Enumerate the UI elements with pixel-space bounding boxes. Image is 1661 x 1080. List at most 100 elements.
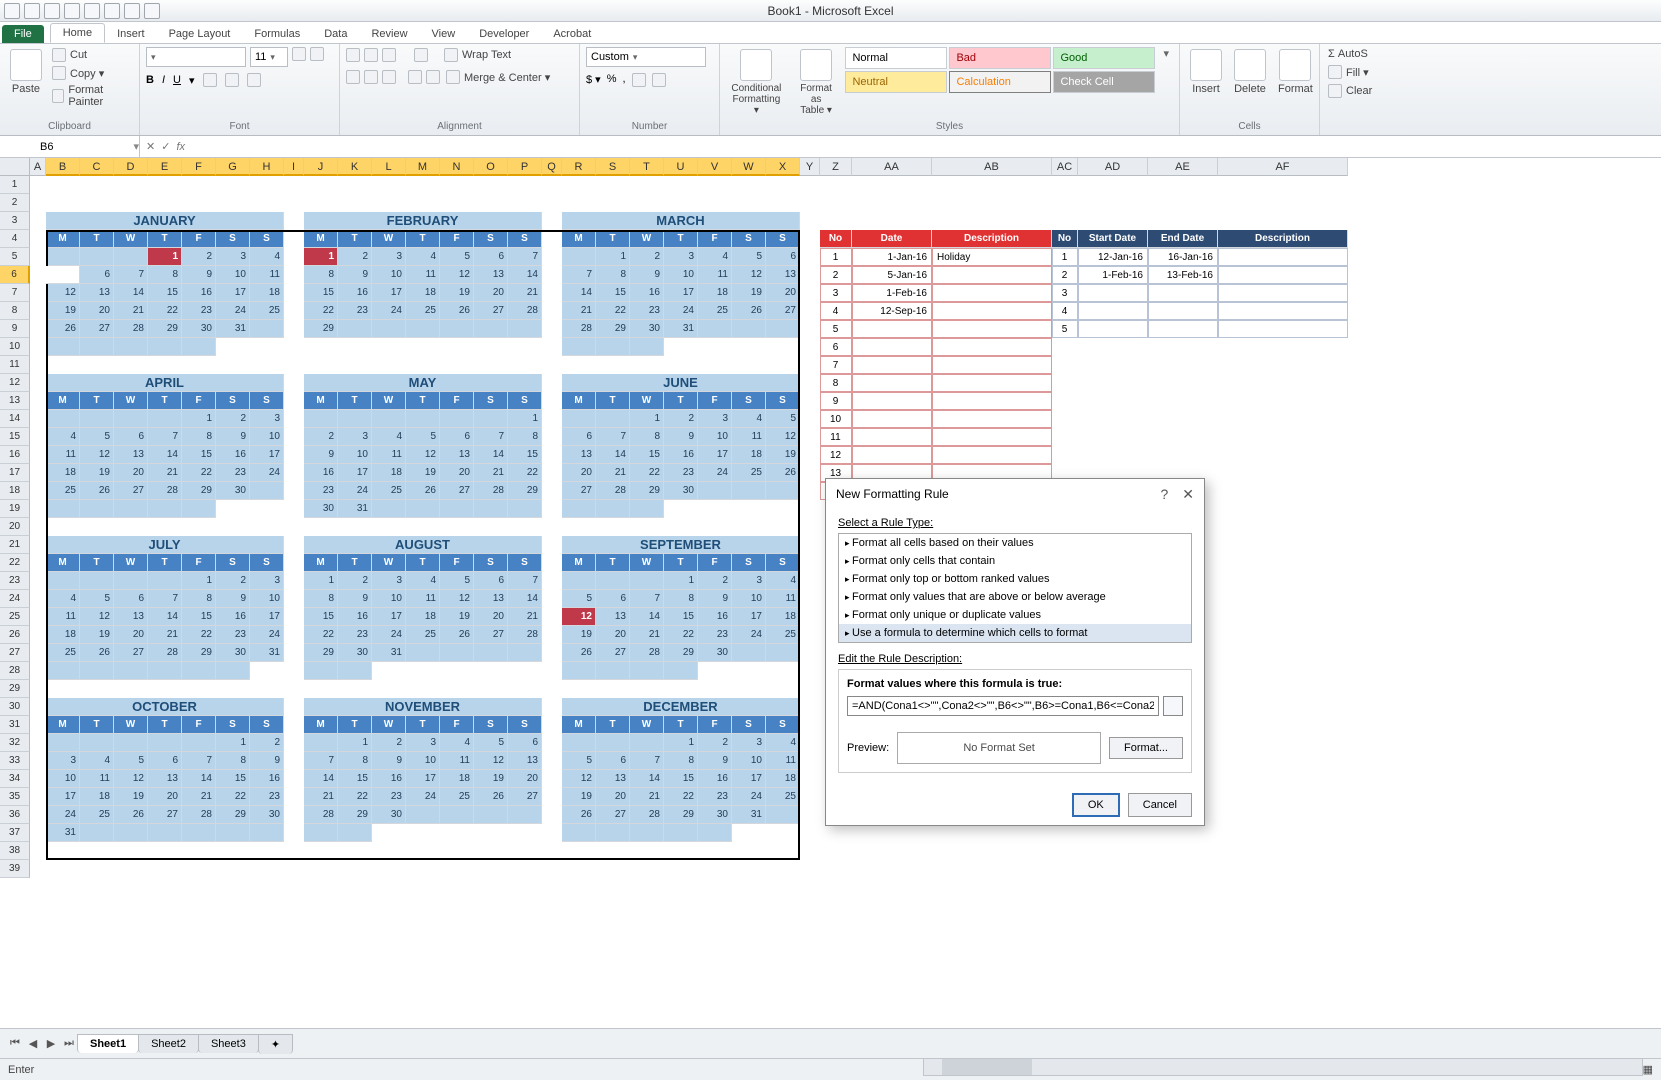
calendar-day[interactable]: 6 xyxy=(766,248,800,266)
calendar-empty[interactable] xyxy=(406,320,440,338)
calendar-day[interactable]: 16 xyxy=(304,464,338,482)
table1-header[interactable]: No xyxy=(820,230,852,248)
save-icon[interactable] xyxy=(24,3,40,19)
dow-header[interactable]: T xyxy=(338,554,372,572)
calendar-empty[interactable] xyxy=(46,734,80,752)
calendar-day[interactable]: 1 xyxy=(630,410,664,428)
calendar-day[interactable]: 26 xyxy=(766,464,800,482)
dow-header[interactable]: T xyxy=(596,716,630,734)
calendar-empty[interactable] xyxy=(80,248,114,266)
calendar-day[interactable]: 10 xyxy=(698,428,732,446)
calendar-day[interactable]: 26 xyxy=(562,644,596,662)
calendar-empty[interactable] xyxy=(182,824,216,842)
calendar-day[interactable]: 7 xyxy=(508,248,542,266)
dow-header[interactable]: M xyxy=(46,230,80,248)
calendar-day[interactable]: 16 xyxy=(698,770,732,788)
dow-header[interactable]: W xyxy=(630,716,664,734)
calendar-day[interactable]: 21 xyxy=(114,302,148,320)
calendar-day[interactable]: 1 xyxy=(304,248,338,266)
calendar-day[interactable]: 23 xyxy=(372,788,406,806)
calendar-day[interactable]: 26 xyxy=(562,806,596,824)
row-header[interactable]: 38 xyxy=(0,842,30,860)
calendar-day[interactable]: 23 xyxy=(630,302,664,320)
calendar-day[interactable]: 17 xyxy=(250,446,284,464)
table2-cell[interactable]: 12-Jan-16 xyxy=(1078,248,1148,266)
table1-cell[interactable] xyxy=(852,446,932,464)
calendar-day[interactable]: 28 xyxy=(596,482,630,500)
dow-header[interactable]: M xyxy=(562,716,596,734)
row-header[interactable]: 1 xyxy=(0,176,30,194)
calendar-day[interactable]: 8 xyxy=(182,428,216,446)
month-title[interactable]: JUNE xyxy=(562,374,800,392)
calendar-day[interactable]: 27 xyxy=(148,806,182,824)
calendar-day[interactable]: 19 xyxy=(80,626,114,644)
calendar-day[interactable]: 24 xyxy=(406,788,440,806)
dow-header[interactable]: F xyxy=(698,554,732,572)
table2-cell[interactable] xyxy=(1218,284,1348,302)
calendar-day[interactable]: 8 xyxy=(304,590,338,608)
calendar-day[interactable]: 5 xyxy=(732,248,766,266)
calendar-day[interactable]: 7 xyxy=(508,572,542,590)
calendar-day[interactable]: 24 xyxy=(46,806,80,824)
sheet-nav-first-icon[interactable]: ⏮ xyxy=(6,1035,24,1053)
dow-header[interactable]: W xyxy=(630,392,664,410)
table2-cell[interactable] xyxy=(1218,320,1348,338)
dow-header[interactable]: S xyxy=(508,554,542,572)
calendar-day[interactable]: 19 xyxy=(46,302,80,320)
format-button[interactable]: Format... xyxy=(1109,737,1183,759)
calendar-day[interactable]: 20 xyxy=(114,464,148,482)
row-header[interactable]: 39 xyxy=(0,860,30,878)
calendar-day[interactable]: 25 xyxy=(406,626,440,644)
calendar-day[interactable]: 20 xyxy=(474,608,508,626)
col-header[interactable]: N xyxy=(440,158,474,176)
calendar-day[interactable]: 10 xyxy=(250,590,284,608)
calendar-empty[interactable] xyxy=(766,806,800,824)
calendar-day[interactable]: 12 xyxy=(46,284,80,302)
calendar-day[interactable]: 16 xyxy=(698,608,732,626)
align-middle-icon[interactable] xyxy=(364,48,378,62)
calendar-empty[interactable] xyxy=(474,500,508,518)
calendar-empty[interactable] xyxy=(440,806,474,824)
row-header[interactable]: 25 xyxy=(0,608,30,626)
dow-header[interactable]: T xyxy=(80,392,114,410)
style-bad[interactable]: Bad xyxy=(949,47,1051,69)
calendar-day[interactable]: 12 xyxy=(440,590,474,608)
dow-header[interactable]: M xyxy=(304,230,338,248)
calendar-day[interactable]: 7 xyxy=(596,428,630,446)
calendar-day[interactable]: 8 xyxy=(148,266,182,284)
calendar-day[interactable]: 1 xyxy=(664,572,698,590)
sheet-tab-3[interactable]: Sheet3 xyxy=(198,1034,259,1053)
calendar-day[interactable]: 19 xyxy=(406,464,440,482)
calendar-empty[interactable] xyxy=(250,824,284,842)
calendar-day[interactable]: 12 xyxy=(80,446,114,464)
calendar-day[interactable]: 24 xyxy=(372,302,406,320)
calendar-day[interactable]: 27 xyxy=(766,302,800,320)
dow-header[interactable]: F xyxy=(182,392,216,410)
calendar-day[interactable]: 20 xyxy=(148,788,182,806)
calendar-day[interactable]: 12 xyxy=(406,446,440,464)
calendar-day[interactable]: 1 xyxy=(182,572,216,590)
row-header[interactable]: 11 xyxy=(0,356,30,374)
dow-header[interactable]: T xyxy=(406,716,440,734)
calendar-empty[interactable] xyxy=(80,500,114,518)
delete-cells-button[interactable]: Delete xyxy=(1230,47,1270,97)
calendar-empty[interactable] xyxy=(148,662,182,680)
calendar-empty[interactable] xyxy=(562,338,596,356)
col-header[interactable]: AA xyxy=(852,158,932,176)
calendar-day[interactable]: 29 xyxy=(508,482,542,500)
table1-cell[interactable]: 12-Sep-16 xyxy=(852,302,932,320)
calendar-day[interactable]: 18 xyxy=(406,608,440,626)
undo-icon[interactable] xyxy=(44,3,60,19)
dow-header[interactable]: T xyxy=(338,230,372,248)
row-header[interactable]: 5 xyxy=(0,248,30,266)
dow-header[interactable]: F xyxy=(440,392,474,410)
table2-cell[interactable]: 3 xyxy=(1052,284,1078,302)
row-header[interactable]: 15 xyxy=(0,428,30,446)
calendar-empty[interactable] xyxy=(596,662,630,680)
calendar-day[interactable]: 11 xyxy=(372,446,406,464)
calendar-day[interactable]: 13 xyxy=(440,446,474,464)
calendar-day[interactable]: 25 xyxy=(250,302,284,320)
calendar-day[interactable]: 25 xyxy=(766,788,800,806)
calendar-day[interactable]: 16 xyxy=(182,284,216,302)
calendar-day[interactable]: 18 xyxy=(732,446,766,464)
